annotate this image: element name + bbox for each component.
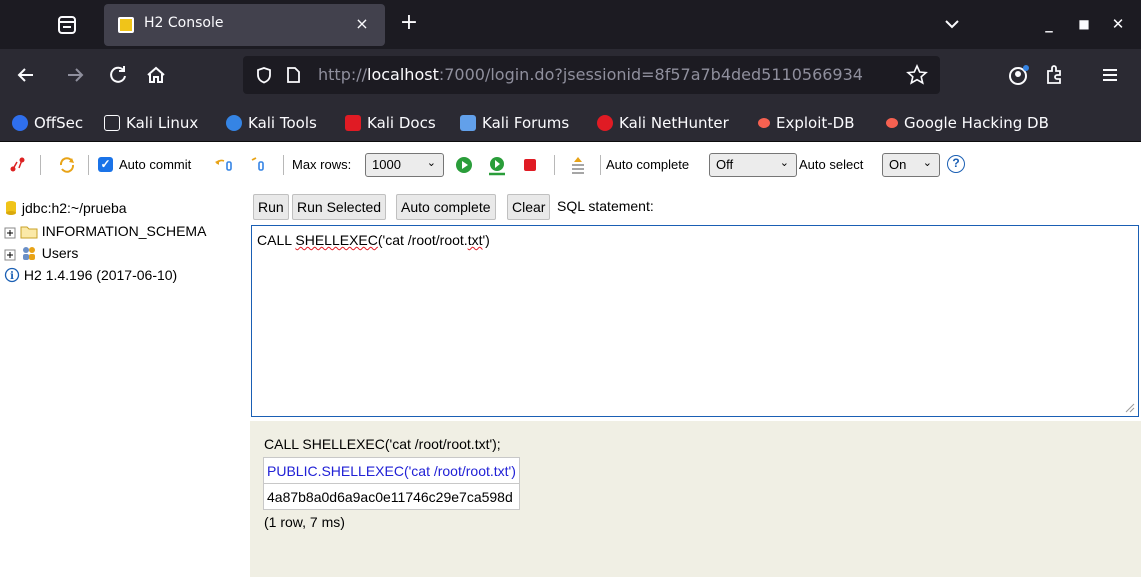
tree-version: i H2 1.4.196 (2017-06-10) <box>4 265 177 285</box>
navigation-bar: http://localhost:7000/login.do?jsessioni… <box>0 49 1141 103</box>
table-row: 4a87b8a0d6a9ac0e11746c29e7ca598d <box>263 483 520 510</box>
bookmarks-toolbar: OffSec Kali Linux Kali Tools Kali Docs K… <box>0 103 1141 142</box>
page-info-icon[interactable] <box>285 66 301 88</box>
ghdb-icon <box>886 118 898 128</box>
commit-icon[interactable] <box>250 156 270 174</box>
users-icon <box>22 247 35 260</box>
disconnect-icon[interactable] <box>9 156 27 174</box>
tracking-shield-icon[interactable] <box>255 66 273 88</box>
chevron-down-icon: ⌄ <box>426 157 436 169</box>
max-rows-select[interactable]: 1000 ⌄ <box>365 153 444 177</box>
toolbar-separator <box>600 155 601 175</box>
toolbar-separator <box>283 155 284 175</box>
list-all-tabs-icon[interactable] <box>54 12 80 38</box>
sql-statement-label: SQL statement: <box>557 198 654 214</box>
forward-arrow-icon[interactable] <box>63 63 87 87</box>
result-panel: CALL SHELLEXEC('cat /root/root.txt'); PU… <box>250 421 1141 577</box>
nethunter-icon <box>597 115 613 131</box>
tree-information-schema[interactable]: INFORMATION_SCHEMA <box>4 221 206 241</box>
max-rows-label: Max rows: <box>292 157 352 172</box>
bookmark-kali-linux[interactable]: Kali Linux <box>104 113 198 133</box>
bookmark-kali-tools[interactable]: Kali Tools <box>226 113 317 133</box>
auto-commit-label: Auto commit <box>119 157 192 172</box>
run-selected-button[interactable]: Run Selected <box>292 194 387 220</box>
kali-dragon-icon <box>104 115 120 131</box>
tab-h2-console[interactable]: H2 Console × <box>104 4 385 46</box>
toolbar-separator <box>88 155 89 175</box>
h2-toolbar: ✓ Auto commit Max rows: 1000 ⌄ Auto compl… <box>0 143 1141 185</box>
result-cell: 4a87b8a0d6a9ac0e11746c29e7ca598d <box>263 483 520 510</box>
browser-tab-strip: H2 Console × + _ ■ ✕ <box>0 0 1141 49</box>
version-label: H2 1.4.196 (2017-06-10) <box>23 267 178 283</box>
kali-docs-icon <box>345 115 361 131</box>
query-panel: Run Run Selected Auto complete Clear SQL… <box>250 185 1141 421</box>
chevron-down-icon: ⌄ <box>922 157 932 169</box>
chevron-down-icon: ⌄ <box>779 157 789 169</box>
stop-icon[interactable] <box>522 156 538 174</box>
auto-complete-label: Auto complete <box>606 157 690 172</box>
bookmark-kali-nethunter[interactable]: Kali NetHunter <box>597 113 729 133</box>
refresh-icon[interactable] <box>58 156 76 174</box>
run-selected-icon[interactable] <box>487 156 507 176</box>
folder-icon <box>20 226 38 239</box>
account-icon[interactable] <box>1007 63 1031 87</box>
bookmark-exploit-db[interactable]: Exploit-DB <box>758 113 855 133</box>
auto-select-label: Auto select <box>799 157 864 172</box>
auto-select-select[interactable]: On ⌄ <box>882 153 940 177</box>
bookmark-kali-docs[interactable]: Kali Docs <box>345 113 436 133</box>
h2-favicon-icon <box>118 17 134 33</box>
rollback-icon[interactable] <box>214 156 234 174</box>
extensions-icon[interactable] <box>1043 63 1067 87</box>
reload-icon[interactable] <box>106 63 130 87</box>
kali-tools-icon <box>226 115 242 131</box>
close-tab-icon[interactable]: × <box>351 13 373 35</box>
tab-title: H2 Console <box>144 15 224 31</box>
bookmark-star-icon[interactable] <box>906 64 928 90</box>
tree-connection[interactable]: jdbc:h2:~/prueba <box>4 198 127 218</box>
offsec-icon <box>12 115 28 131</box>
schema-tree: jdbc:h2:~/prueba INFORMATION_SCHEMA User… <box>0 185 250 577</box>
run-button[interactable]: Run <box>253 194 289 220</box>
menu-icon[interactable] <box>1098 63 1122 87</box>
schema-label: INFORMATION_SCHEMA <box>41 223 207 239</box>
help-icon[interactable]: ? <box>947 155 965 173</box>
home-icon[interactable] <box>144 63 168 87</box>
bookmark-offsec[interactable]: OffSec <box>12 113 83 133</box>
bookmark-google-hacking-db[interactable]: Google Hacking DB <box>886 113 1049 133</box>
chevron-down-icon[interactable] <box>942 14 962 34</box>
info-icon: i <box>4 267 20 283</box>
close-window-button[interactable]: ✕ <box>1107 13 1129 35</box>
result-meta: (1 row, 7 ms) <box>264 514 345 530</box>
history-icon[interactable] <box>569 156 587 174</box>
column-header[interactable]: PUBLIC.SHELLEXEC('cat /root/root.txt') <box>263 457 520 484</box>
resize-grip-icon[interactable] <box>1125 403 1135 413</box>
svg-text:i: i <box>10 271 14 282</box>
address-bar[interactable]: http://localhost:7000/login.do?jsessioni… <box>243 56 940 94</box>
toolbar-separator <box>554 155 555 175</box>
back-arrow-icon[interactable] <box>14 63 38 87</box>
database-icon <box>6 201 16 215</box>
users-label: Users <box>41 245 79 261</box>
expand-icon[interactable] <box>4 249 16 261</box>
auto-commit-checkbox[interactable]: ✓ <box>98 157 113 172</box>
maximize-button[interactable]: ■ <box>1073 13 1095 35</box>
new-tab-button[interactable]: + <box>396 11 422 37</box>
kali-forums-icon <box>460 115 476 131</box>
auto-complete-select[interactable]: Off ⌄ <box>709 153 797 177</box>
url-text: http://localhost:7000/login.do?jsessioni… <box>318 65 863 84</box>
tree-users[interactable]: Users <box>4 243 78 263</box>
bookmark-kali-forums[interactable]: Kali Forums <box>460 113 569 133</box>
executed-statement: CALL SHELLEXEC('cat /root/root.txt'); <box>264 436 501 452</box>
expand-icon[interactable] <box>4 227 16 239</box>
connection-label: jdbc:h2:~/prueba <box>21 200 127 216</box>
toolbar-separator <box>40 155 41 175</box>
minimize-button[interactable]: _ <box>1038 13 1060 35</box>
clear-button[interactable]: Clear <box>507 194 551 220</box>
run-icon[interactable] <box>455 156 473 174</box>
sql-editor[interactable]: CALL SHELLEXEC('cat /root/root.txt') <box>251 225 1139 417</box>
exploitdb-icon <box>758 118 770 128</box>
table-header-row: PUBLIC.SHELLEXEC('cat /root/root.txt') <box>263 457 520 484</box>
result-table: PUBLIC.SHELLEXEC('cat /root/root.txt') 4… <box>263 457 520 510</box>
auto-complete-button[interactable]: Auto complete <box>396 194 496 220</box>
